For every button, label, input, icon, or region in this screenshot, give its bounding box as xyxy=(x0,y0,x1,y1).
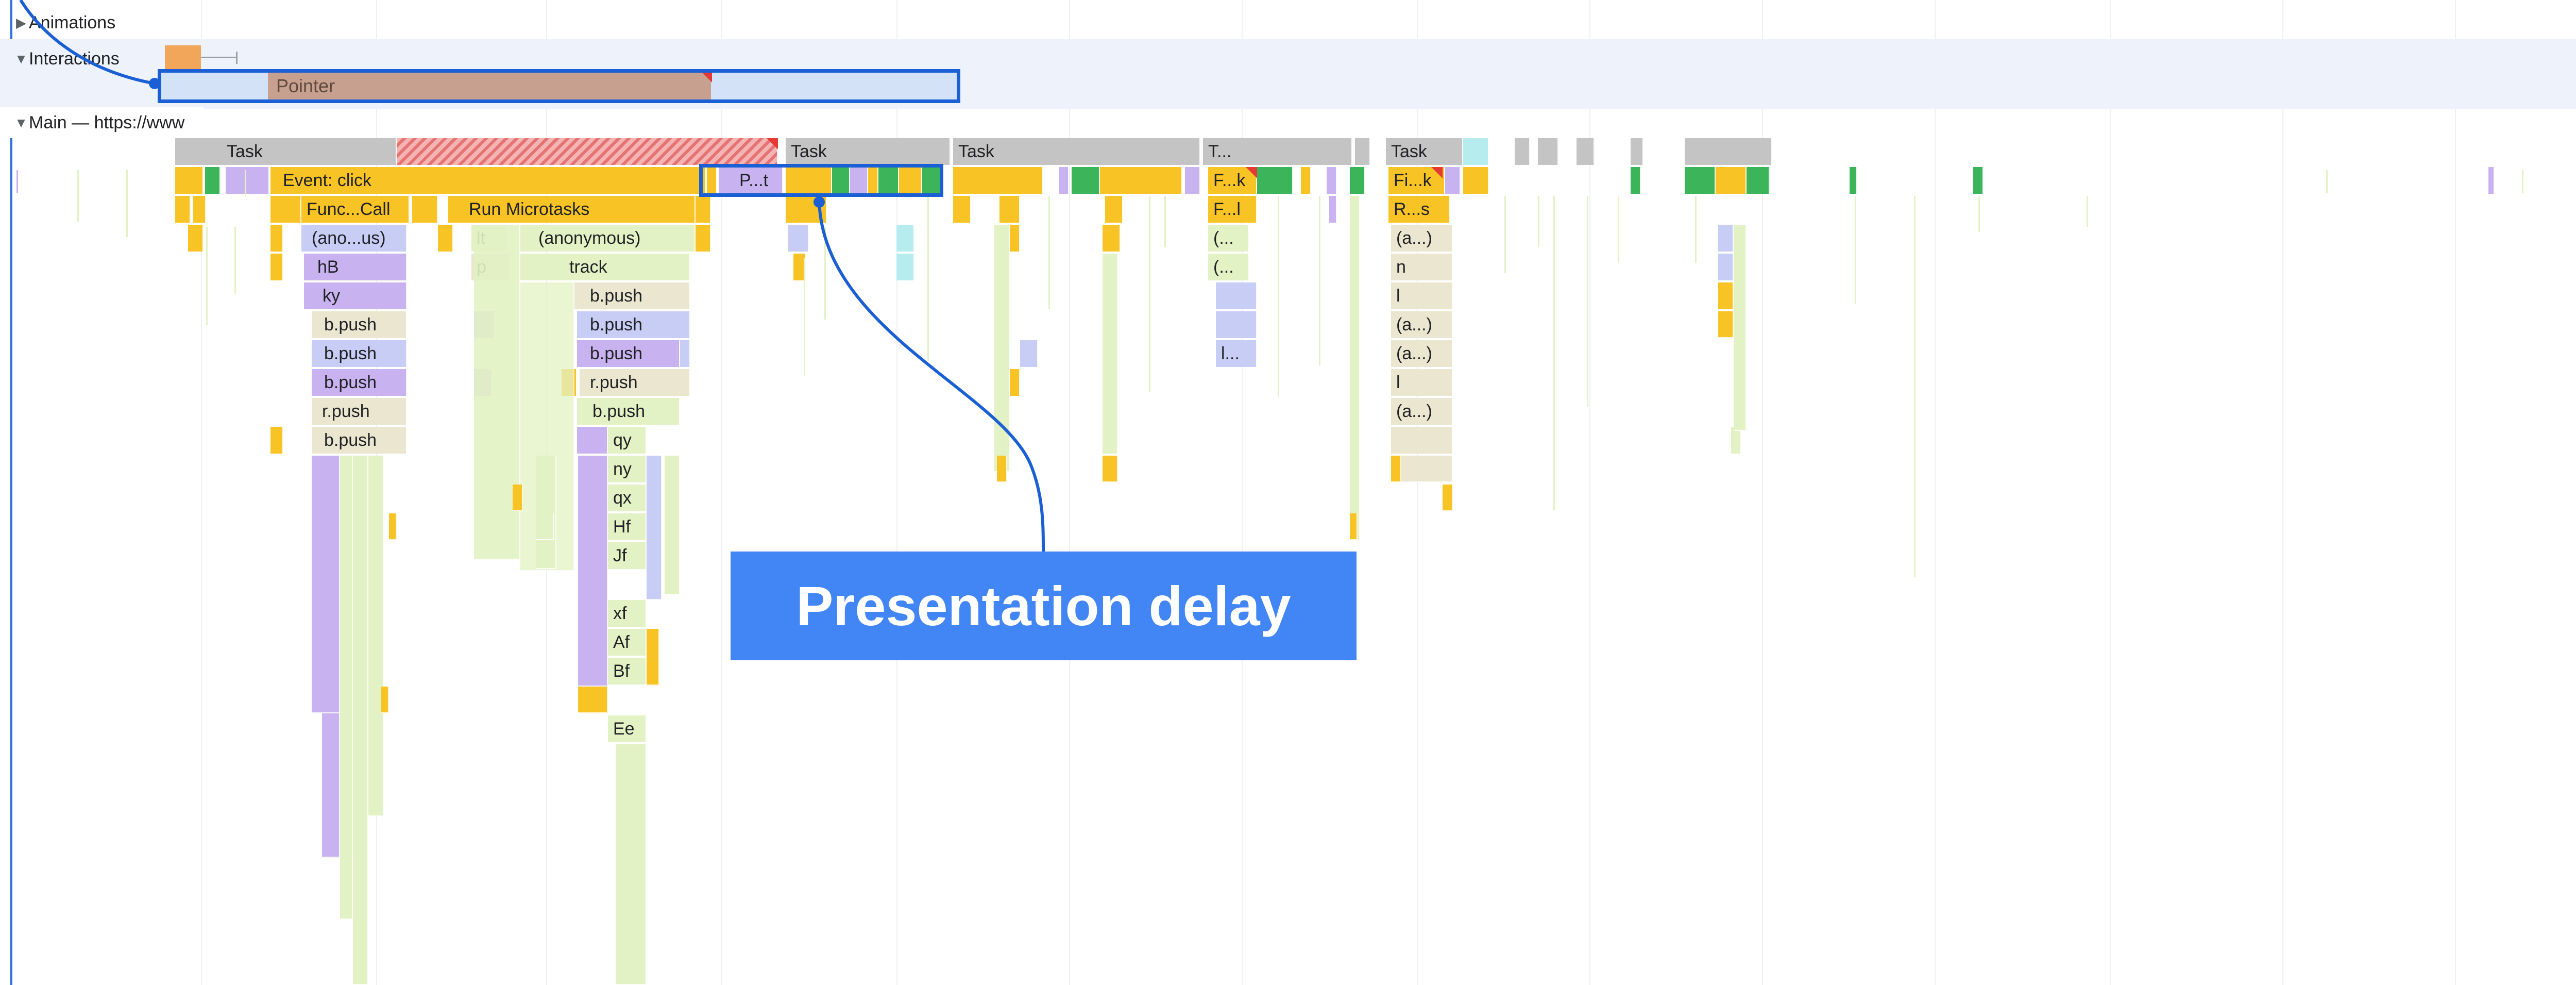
connector-dot xyxy=(814,196,825,208)
performance-panel: ▶ Animations ▼ Interactions Pointer ▼ Ma… xyxy=(0,0,2576,985)
interaction-connector-line xyxy=(19,0,155,85)
connector-dot xyxy=(149,78,160,89)
annotation-overlay xyxy=(19,0,1045,552)
presentation-delay-connector-line xyxy=(818,202,1045,552)
presentation-delay-callout: Presentation delay xyxy=(731,552,1357,660)
callout-text: Presentation delay xyxy=(796,575,1291,637)
